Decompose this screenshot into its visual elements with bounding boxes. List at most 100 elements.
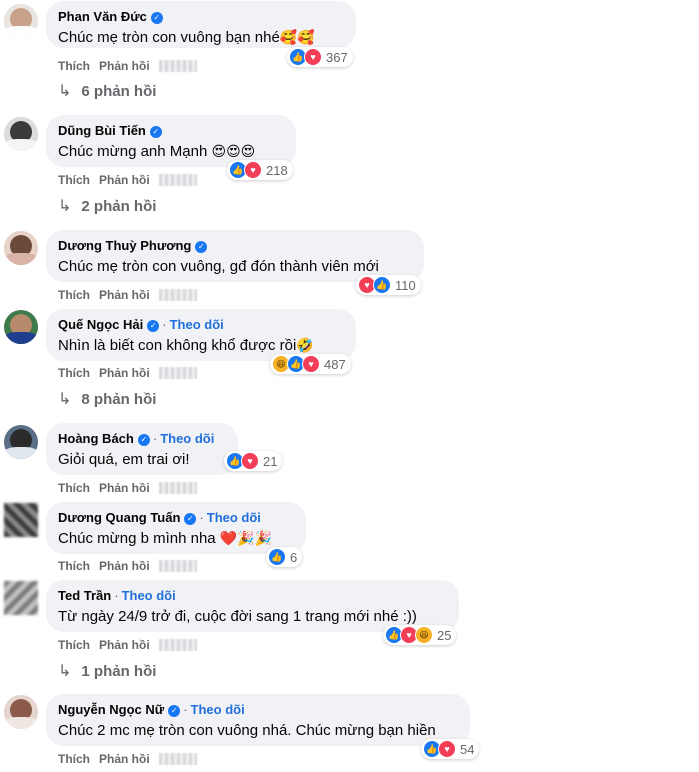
commenter-name[interactable]: Quế Ngọc Hải	[58, 317, 143, 332]
reply-link[interactable]: Phản hồi	[99, 59, 150, 73]
separator: ·	[152, 431, 158, 446]
reply-link[interactable]: Phản hồi	[99, 638, 150, 652]
comment-text: Chúc mừng b mình nha	[58, 530, 220, 547]
follow-button[interactable]: Theo dõi	[160, 431, 214, 446]
reaction-count: 218	[266, 162, 288, 178]
replies-count[interactable]: 2 phản hồi	[81, 198, 156, 215]
comment-text: Từ ngày 24/9 trở đi, cuộc đời sang 1 tra…	[58, 608, 417, 625]
reply-link[interactable]: Phản hồi	[99, 752, 150, 766]
like-link[interactable]: Thích	[58, 752, 90, 766]
comment-text: Chúc 2 mc mẹ tròn con vuông nhá. Chúc mừ…	[58, 722, 436, 739]
comment-bubble: Hoàng Bách ✓ · Theo dõi Giỏi quá, em trai ơ…	[46, 423, 238, 475]
reply-link[interactable]: Phản hồi	[99, 559, 150, 573]
reply-arrow-icon: ↳	[58, 663, 72, 680]
comment-bubble: Nguyễn Ngọc Nữ ✓ · Theo dõi Chúc 2 mc mẹ tr…	[46, 694, 470, 746]
view-replies-link[interactable]: ↳ 1 phản hồi	[58, 662, 156, 682]
reply-arrow-icon: ↳	[58, 83, 72, 100]
commenter-name[interactable]: Dương Quang Tuấn	[58, 510, 180, 525]
like-link[interactable]: Thích	[58, 288, 90, 302]
reaction-count: 54	[460, 741, 475, 757]
avatar[interactable]	[4, 503, 38, 537]
commenter-name[interactable]: Phan Văn Đức	[58, 9, 147, 24]
reply-arrow-icon: ↳	[58, 391, 72, 408]
view-replies-link[interactable]: ↳ 8 phản hồi	[58, 390, 156, 410]
commenter-name[interactable]: Dũng Bùi Tiến	[58, 123, 146, 138]
avatar[interactable]	[4, 231, 38, 265]
like-reaction-icon: 👍	[373, 276, 391, 294]
timestamp-redacted[interactable]	[158, 753, 197, 765]
separator: ·	[114, 588, 119, 603]
replies-count[interactable]: 6 phản hồi	[81, 83, 156, 100]
reaction-count: 6	[290, 549, 298, 565]
love-reaction-icon: ♥	[241, 452, 259, 470]
comment-text: Chúc mừng anh Mạnh	[58, 143, 212, 160]
reaction-summary[interactable]: 👍 ♥ 😆 25	[383, 625, 457, 645]
reaction-summary[interactable]: 👍 ♥ 21	[224, 451, 283, 471]
comment-text: Giỏi quá, em trai ơi!	[58, 451, 190, 468]
view-replies-link[interactable]: ↳ 2 phản hồi	[58, 197, 156, 217]
emoji-icon: ❤️🎉🎉	[219, 531, 273, 547]
reaction-summary[interactable]: 😆 👍 ♥ 487	[270, 354, 351, 374]
commenter-name[interactable]: Hoàng Bách	[58, 431, 134, 446]
separator: ·	[162, 317, 167, 332]
follow-button[interactable]: Theo dõi	[170, 317, 224, 332]
commenter-name[interactable]: Ted Trần	[58, 588, 111, 603]
like-link[interactable]: Thích	[58, 638, 90, 652]
reaction-count: 25	[437, 627, 452, 643]
verified-badge-icon: ✓	[195, 241, 208, 253]
timestamp-redacted[interactable]	[158, 639, 197, 651]
reply-link[interactable]: Phản hồi	[99, 366, 150, 380]
follow-button[interactable]: Theo dõi	[191, 702, 245, 717]
avatar[interactable]	[4, 581, 38, 615]
reaction-summary[interactable]: 👍 ♥ 218	[227, 160, 293, 180]
commenter-name[interactable]: Dương Thuỳ Phương	[58, 238, 191, 253]
separator: ·	[199, 510, 204, 525]
like-link[interactable]: Thích	[58, 559, 90, 573]
haha-reaction-icon: 😆	[415, 626, 433, 644]
reaction-count: 367	[326, 49, 348, 65]
like-link[interactable]: Thích	[58, 173, 90, 187]
like-reaction-icon: 👍	[268, 548, 286, 566]
replies-count[interactable]: 8 phản hồi	[81, 391, 156, 408]
follow-button[interactable]: Theo dõi	[207, 510, 261, 525]
separator: ·	[183, 702, 188, 717]
avatar[interactable]	[4, 310, 38, 344]
timestamp-redacted[interactable]	[158, 560, 197, 572]
follow-button[interactable]: Theo dõi	[122, 588, 176, 603]
reaction-summary[interactable]: 👍 ♥ 54	[421, 739, 480, 759]
timestamp-redacted[interactable]	[158, 289, 197, 301]
avatar[interactable]	[4, 695, 38, 729]
reaction-summary[interactable]: 👍 6	[266, 547, 303, 567]
reaction-summary[interactable]: ♥ 👍 110	[356, 275, 421, 295]
avatar[interactable]	[4, 4, 38, 38]
love-reaction-icon: ♥	[244, 161, 262, 179]
emoji-icon: 😍😍😍	[211, 144, 256, 160]
timestamp-redacted[interactable]	[158, 367, 197, 379]
timestamp-redacted[interactable]	[158, 482, 197, 494]
reaction-count: 21	[263, 453, 278, 469]
reply-link[interactable]: Phản hồi	[99, 173, 150, 187]
view-replies-link[interactable]: ↳ 6 phản hồi	[58, 82, 156, 102]
verified-badge-icon: ✓	[150, 12, 163, 24]
love-reaction-icon: ♥	[304, 48, 322, 66]
like-link[interactable]: Thích	[58, 59, 90, 73]
emoji-icon: 🥰🥰	[279, 30, 315, 46]
reaction-summary[interactable]: 👍 ♥ 367	[287, 47, 353, 67]
verified-badge-icon: ✓	[184, 513, 197, 525]
emoji-icon: 🤣	[296, 338, 314, 354]
replies-count[interactable]: 1 phản hồi	[81, 663, 156, 680]
like-link[interactable]: Thích	[58, 366, 90, 380]
timestamp-redacted[interactable]	[158, 60, 197, 72]
comment-text: Chúc mẹ tròn con vuông bạn nhé	[58, 29, 280, 46]
commenter-name[interactable]: Nguyễn Ngọc Nữ	[58, 702, 164, 717]
avatar[interactable]	[4, 117, 38, 151]
like-link[interactable]: Thích	[58, 481, 90, 495]
avatar[interactable]	[4, 425, 38, 459]
reply-arrow-icon: ↳	[58, 198, 72, 215]
comment-text: Nhìn là biết con không khổ được rồi	[58, 337, 297, 354]
reply-link[interactable]: Phản hồi	[99, 481, 150, 495]
timestamp-redacted[interactable]	[158, 174, 197, 186]
verified-badge-icon: ✓	[149, 126, 162, 138]
reply-link[interactable]: Phản hồi	[99, 288, 150, 302]
verified-badge-icon: ✓	[147, 320, 160, 332]
